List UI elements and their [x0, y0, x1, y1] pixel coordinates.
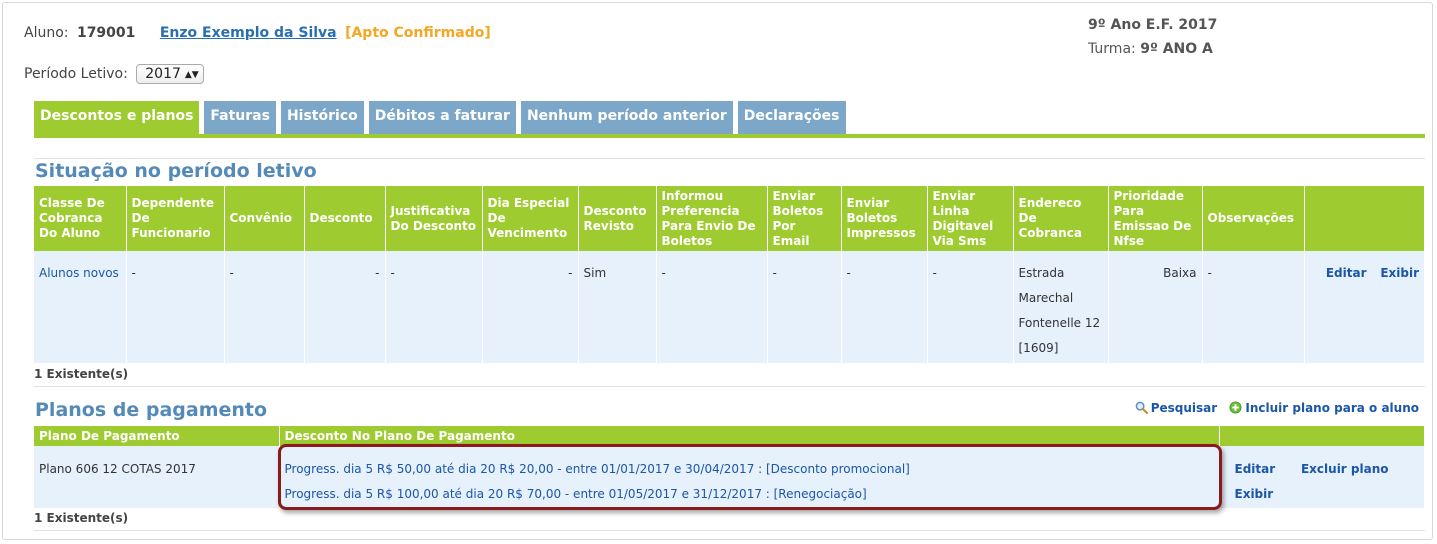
tab-bar: Descontos e planos Faturas Histórico Déb…: [34, 101, 846, 135]
column-header: [1304, 186, 1425, 251]
edit-link[interactable]: Editar: [1235, 462, 1276, 476]
plus-circle-icon: [1229, 401, 1242, 414]
column-header: Desconto Revisto: [578, 186, 657, 251]
desconto-link[interactable]: Progress. dia 5 R$ 100,00 até dia 20 R$ …: [285, 487, 867, 501]
divider: [34, 386, 1425, 387]
column-header: Dependente De Funcionario: [126, 186, 225, 251]
table-header-row: Plano De Pagamento Desconto No Plano De …: [34, 426, 1425, 446]
table-cell: -: [126, 251, 225, 363]
table-cell: Estrada Marechal Fontenelle 12 [1609]: [1013, 251, 1109, 363]
tab-underline: [34, 134, 1425, 138]
column-header: Enviar Boletos Impressos: [841, 186, 928, 251]
tab-faturas[interactable]: Faturas: [204, 101, 276, 134]
search-label: Pesquisar: [1150, 401, 1218, 415]
class-label: Turma:: [1088, 41, 1136, 57]
table-cell: -: [304, 251, 386, 363]
table-row: Plano 606 12 COTAS 2017 Progress. dia 5 …: [34, 446, 1425, 508]
table-cell: Baixa: [1108, 251, 1203, 363]
column-header: Justificativa Do Desconto: [385, 186, 483, 251]
search-link[interactable]: Pesquisar: [1135, 401, 1222, 415]
endereco-line: [1609]: [1018, 341, 1059, 355]
search-icon: [1135, 401, 1148, 414]
endereco-line: Estrada: [1018, 266, 1065, 280]
table-cell: -: [927, 251, 1014, 363]
grade-info: 9º Ano E.F. 2017 Turma: 9º ANO A: [1088, 13, 1217, 61]
planos-count: 1 Existente(s): [34, 511, 129, 525]
column-header: Informou Preferencia Para Envio De Bolet…: [656, 186, 768, 251]
table-cell: -: [1202, 251, 1305, 363]
student-header: Aluno: 179001 Enzo Exemplo da Silva [Apt…: [24, 25, 491, 41]
period-select[interactable]: 2017 ▲▼: [136, 64, 204, 84]
column-header: Plano De Pagamento: [34, 426, 280, 446]
column-header: Desconto No Plano De Pagamento: [279, 426, 1220, 446]
column-header: Convênio: [224, 186, 305, 251]
column-header: [1219, 426, 1425, 446]
table-cell: Progress. dia 5 R$ 50,00 até dia 20 R$ 2…: [279, 446, 1220, 508]
endereco-line: Fontenelle 12: [1018, 316, 1101, 330]
period-label: Período Letivo:: [24, 66, 128, 82]
table-cell: Alunos novos: [34, 251, 127, 363]
table-cell-actions: Editar Excluir plano Exibir: [1219, 446, 1425, 508]
situacao-title: Situação no período letivo: [35, 160, 317, 182]
table-cell: -: [482, 251, 579, 363]
desconto-link[interactable]: Progress. dia 5 R$ 50,00 até dia 20 R$ 2…: [285, 462, 910, 476]
class-value: 9º ANO A: [1140, 41, 1213, 57]
table-header-row: Classe De Cobranca Do Aluno Dependente D…: [34, 186, 1425, 251]
view-link[interactable]: Exibir: [1380, 266, 1419, 280]
table-cell: -: [385, 251, 483, 363]
table-cell: -: [841, 251, 928, 363]
student-label: Aluno:: [24, 25, 69, 41]
table-cell-actions: Editar Exibir: [1304, 251, 1425, 363]
tab-nenhum-periodo-anterior[interactable]: Nenhum período anterior: [520, 101, 733, 134]
column-header: Observações: [1202, 186, 1305, 251]
student-id: 179001: [76, 25, 136, 41]
student-status-badge: [Apto Confirmado]: [345, 25, 491, 41]
table-cell: -: [656, 251, 768, 363]
table-cell: Plano 606 12 COTAS 2017: [34, 446, 280, 508]
period-select-value: 2017: [145, 66, 181, 82]
column-header: Classe De Cobranca Do Aluno: [34, 186, 127, 251]
column-header: Endereco De Cobranca: [1013, 186, 1109, 251]
tab-descontos-e-planos[interactable]: Descontos e planos: [34, 101, 200, 135]
student-name-link[interactable]: Enzo Exemplo da Silva: [160, 25, 337, 41]
divider: [34, 158, 1425, 159]
tab-declaracoes[interactable]: Declarações: [737, 101, 846, 134]
tab-debitos-a-faturar[interactable]: Débitos a faturar: [368, 101, 516, 134]
table-cell: Sim: [578, 251, 657, 363]
situacao-count: 1 Existente(s): [34, 367, 129, 381]
column-header: Prioridade Para Emissao De Nfse: [1108, 186, 1203, 251]
endereco-line: Marechal: [1018, 291, 1074, 305]
grade-course: 9º Ano E.F. 2017: [1088, 17, 1218, 33]
tab-historico[interactable]: Histórico: [280, 101, 364, 134]
delete-plan-link[interactable]: Excluir plano: [1301, 462, 1389, 476]
table-row: Alunos novos - - - - - Sim - - - - Estra…: [34, 251, 1425, 363]
column-header: Dia Especial De Vencimento: [482, 186, 579, 251]
planos-table: Plano De Pagamento Desconto No Plano De …: [34, 426, 1425, 508]
divider: [34, 530, 1425, 531]
column-header: Enviar Linha Digitavel Via Sms: [927, 186, 1014, 251]
situacao-table: Classe De Cobranca Do Aluno Dependente D…: [34, 186, 1425, 363]
add-plan-label: Incluir plano para o aluno: [1245, 401, 1419, 415]
planos-title: Planos de pagamento: [35, 399, 268, 421]
add-plan-link[interactable]: Incluir plano para o aluno: [1229, 401, 1419, 415]
planos-toolbar: Pesquisar Incluir plano para o aluno: [1127, 401, 1419, 415]
select-arrows-icon: ▲▼: [184, 70, 199, 80]
table-cell: -: [224, 251, 305, 363]
table-cell: -: [767, 251, 842, 363]
column-header: Enviar Boletos Por Email: [767, 186, 842, 251]
classe-link[interactable]: Alunos novos: [39, 266, 119, 280]
edit-link[interactable]: Editar: [1326, 266, 1367, 280]
view-link[interactable]: Exibir: [1235, 487, 1274, 501]
column-header: Desconto: [304, 186, 386, 251]
period-selector-row: Período Letivo: 2017 ▲▼: [24, 64, 204, 84]
